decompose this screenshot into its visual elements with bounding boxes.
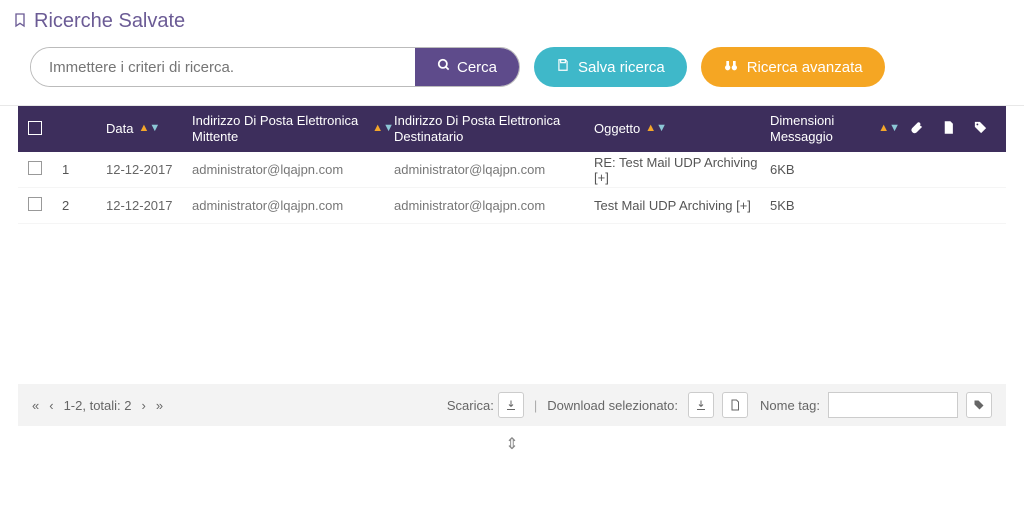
footer-bar: « ‹ 1-2, totali: 2 › » Scarica: | Downlo… (18, 384, 1006, 426)
col-subject[interactable]: Oggetto ▲▼ (594, 121, 770, 137)
select-all-checkbox[interactable] (28, 121, 42, 135)
col-date[interactable]: Data ▲▼ (106, 121, 192, 137)
row-checkbox[interactable] (28, 161, 42, 175)
pager-first[interactable]: « (32, 398, 39, 413)
document-icon (932, 120, 964, 138)
download-button[interactable] (498, 392, 524, 418)
table-row[interactable]: 1 12-12-2017 administrator@lqajpn.com ad… (18, 152, 1006, 188)
attachment-icon (900, 120, 932, 138)
search-icon (437, 58, 451, 76)
page-title: Ricerche Salvate (34, 10, 185, 33)
pager-status: 1-2, totali: 2 (64, 398, 132, 413)
resize-handle[interactable]: ⇕ (0, 426, 1024, 462)
search-pill: Cerca (30, 47, 520, 87)
search-input[interactable] (31, 48, 415, 86)
download-selected-label: Download selezionato: (547, 398, 678, 413)
pager-prev[interactable]: ‹ (49, 398, 53, 413)
col-size[interactable]: Dimensioni Messaggio ▲▼ (770, 113, 900, 144)
save-icon (556, 58, 570, 76)
row-checkbox[interactable] (28, 197, 42, 211)
search-button[interactable]: Cerca (415, 48, 519, 86)
col-from[interactable]: Indirizzo Di Posta Elettronica Mittente … (192, 113, 394, 144)
pager-next[interactable]: › (142, 398, 146, 413)
save-search-label: Salva ricerca (578, 59, 665, 76)
advanced-search-label: Ricerca avanzata (747, 59, 863, 76)
pager-last[interactable]: » (156, 398, 163, 413)
apply-tag-button[interactable] (966, 392, 992, 418)
binoculars-icon (723, 57, 739, 77)
tag-name-input[interactable] (828, 392, 958, 418)
download-label: Scarica: (447, 398, 494, 413)
advanced-search-button[interactable]: Ricerca avanzata (701, 47, 885, 87)
tag-icon (964, 120, 996, 138)
export-file-button[interactable] (722, 392, 748, 418)
table-row[interactable]: 2 12-12-2017 administrator@lqajpn.com ad… (18, 188, 1006, 224)
table-header: Data ▲▼ Indirizzo Di Posta Elettronica M… (18, 106, 1006, 152)
bookmark-icon (12, 12, 28, 31)
download-selected-button[interactable] (688, 392, 714, 418)
col-to[interactable]: Indirizzo Di Posta Elettronica Destinata… (394, 113, 594, 144)
tag-name-label: Nome tag: (760, 398, 820, 413)
save-search-button[interactable]: Salva ricerca (534, 47, 687, 87)
search-button-label: Cerca (457, 59, 497, 76)
